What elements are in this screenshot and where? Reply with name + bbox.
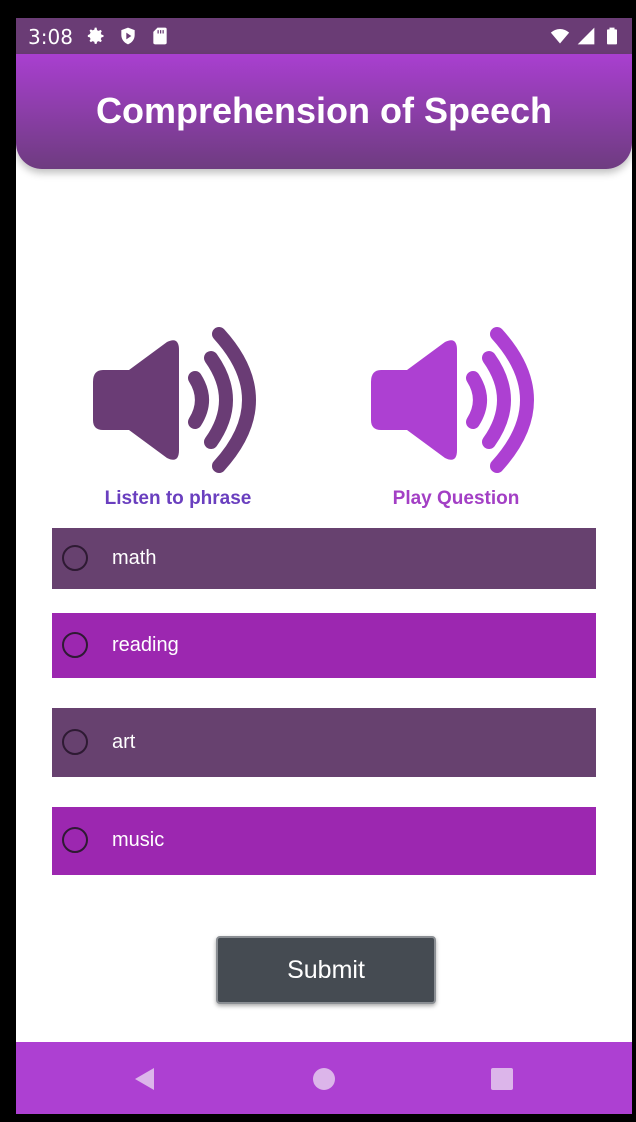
wifi-icon (550, 29, 570, 44)
shield-play-icon (121, 27, 135, 45)
option-music[interactable]: music (52, 807, 596, 875)
sd-card-icon (153, 27, 167, 45)
radio-button[interactable] (62, 827, 88, 853)
status-bar: 3:08 (16, 18, 632, 54)
app-header: Comprehension of Speech (16, 54, 632, 169)
radio-button[interactable] (62, 632, 88, 658)
battery-icon (607, 27, 617, 45)
option-math[interactable]: math (52, 528, 596, 589)
gear-icon (87, 27, 104, 44)
status-time: 3:08 (28, 25, 73, 49)
option-reading[interactable]: reading (52, 613, 596, 678)
listen-to-phrase-label: Listen to phrase (104, 488, 252, 509)
recents-icon[interactable] (487, 1064, 517, 1094)
submit-button[interactable]: Submit (216, 936, 436, 1004)
option-label: math (112, 547, 157, 569)
listen-to-phrase-button[interactable]: Listen to phrase (68, 326, 288, 526)
speaker-icon (93, 327, 256, 473)
option-label: art (112, 731, 136, 753)
signal-icon (577, 27, 595, 45)
back-icon[interactable] (130, 1064, 160, 1094)
option-label: music (112, 829, 165, 851)
play-question-label: Play Question (392, 488, 520, 509)
home-icon[interactable] (309, 1064, 339, 1094)
option-label: reading (112, 634, 179, 656)
app-screen: 3:08 Comprehension of Speech Listen to p… (16, 18, 632, 1114)
navigation-bar (16, 1042, 632, 1114)
radio-button[interactable] (62, 729, 88, 755)
page-title: Comprehension of Speech (95, 90, 553, 131)
speaker-icon (371, 327, 534, 473)
radio-button[interactable] (62, 545, 88, 571)
play-question-button[interactable]: Play Question (346, 326, 566, 526)
option-art[interactable]: art (52, 708, 596, 777)
